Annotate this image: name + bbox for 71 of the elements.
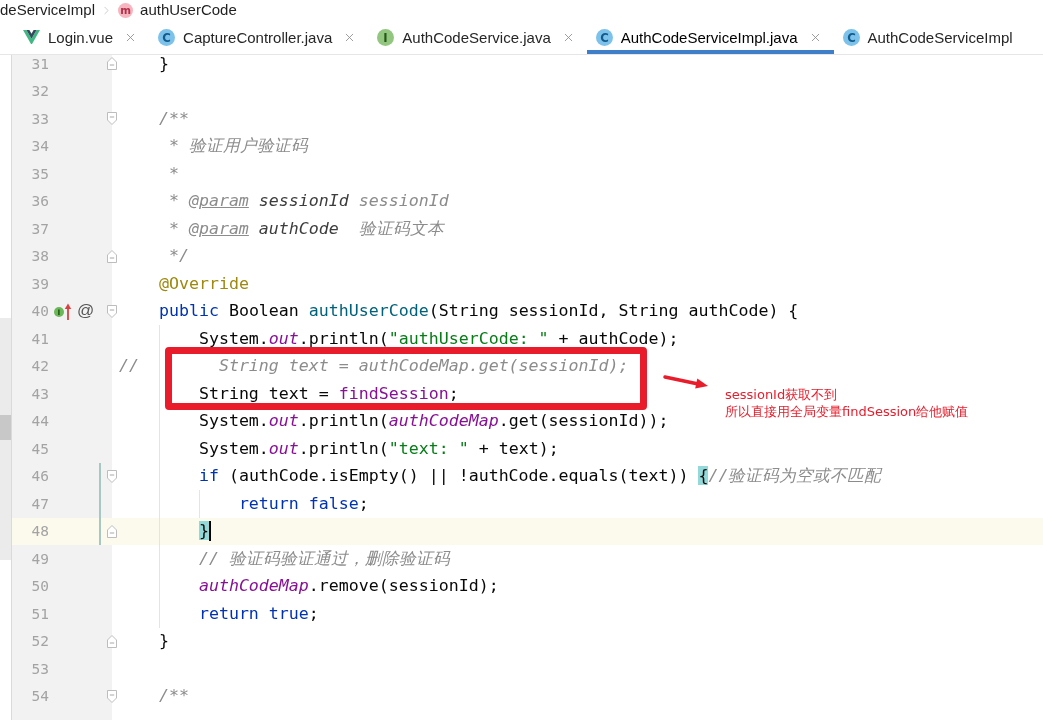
- editor-tab[interactable]: C AuthCodeServiceImpl: [833, 20, 1025, 54]
- line-number: 52: [31, 632, 49, 651]
- line-number: 50: [31, 577, 49, 596]
- code-line: return true;: [198, 603, 319, 624]
- line-number: 39: [31, 274, 49, 293]
- class-icon: C: [158, 28, 176, 46]
- code-line: *: [168, 163, 179, 184]
- line-number: 54: [31, 687, 49, 706]
- code-line: String text = findSession;: [198, 383, 459, 404]
- code-line: public Boolean authUserCode(String sessionId, String authCode) {: [158, 301, 799, 322]
- line-number: 34: [31, 137, 49, 156]
- gutter-symbol[interactable]: @: [77, 302, 95, 321]
- line-number: 40: [31, 302, 49, 321]
- fold-icon[interactable]: [107, 57, 117, 71]
- method-icon: m: [118, 2, 134, 18]
- class-icon: C: [595, 28, 613, 46]
- code-line: @Override: [158, 273, 249, 294]
- code-line: * @param sessionId sessionId: [168, 191, 449, 212]
- code-line: if (authCode.isEmpty() || !authCode.equals(text)) {//验证码为空或不匹配: [198, 466, 882, 487]
- line-number: 38: [31, 247, 49, 266]
- line-number: 42: [31, 357, 49, 376]
- code-line: // String text = authCodeMap.get(sessionId);: [119, 356, 629, 377]
- line-number: 47: [31, 494, 49, 513]
- breadcrumb-item[interactable]: deServiceImpl: [0, 1, 96, 19]
- line-number: 44: [31, 412, 49, 431]
- fold-icon[interactable]: [107, 689, 117, 703]
- line-number: 36: [31, 192, 49, 211]
- fold-icon[interactable]: [107, 469, 117, 483]
- line-number: 53: [31, 659, 49, 678]
- fold-icon[interactable]: [107, 249, 117, 263]
- code-line: System.out.println(authCodeMap.get(sessionId));: [198, 411, 669, 432]
- interface-icon: I: [377, 28, 395, 46]
- fold-icon[interactable]: [107, 112, 117, 126]
- line-number: 45: [31, 439, 49, 458]
- line-number: 37: [31, 219, 49, 238]
- code-line: /**: [158, 108, 189, 129]
- text-caret: [208, 521, 211, 542]
- code-line: * 验证用户验证码: [168, 136, 308, 157]
- code-line: * @param authCode 验证码文本: [168, 218, 444, 239]
- annotation-note: sessionId获取不到: [725, 386, 839, 403]
- annotation-arrow: [663, 375, 708, 389]
- code-line: System.out.println("authUserCode: " + authCode);: [198, 328, 679, 349]
- line-number: 32: [31, 82, 49, 101]
- code-line: authCodeMap.remove(sessionId);: [198, 576, 499, 597]
- breadcrumb-item[interactable]: m authUserCode: [118, 1, 237, 19]
- line-number: 41: [31, 329, 49, 348]
- code-line: }: [158, 55, 169, 74]
- line-number: 31: [31, 55, 49, 73]
- code-line: return false;: [238, 493, 369, 514]
- line-number: 43: [31, 384, 49, 403]
- editor-tab[interactable]: C CaptureController.java: [149, 20, 369, 54]
- fold-icon[interactable]: [107, 304, 117, 318]
- fold-icon[interactable]: [107, 524, 117, 538]
- code-line: System.out.println("text: " + text);: [198, 438, 559, 459]
- code-line: // 验证码验证通过，删除验证码: [198, 548, 450, 569]
- fold-icon[interactable]: [107, 634, 117, 648]
- line-number: 48: [31, 522, 49, 541]
- line-number: 33: [31, 109, 49, 128]
- line-number: 51: [31, 604, 49, 623]
- code-line: /**: [158, 686, 189, 707]
- code-line: */: [168, 246, 189, 267]
- line-number: 49: [31, 549, 49, 568]
- editor-tab[interactable]: Login.vue: [14, 20, 150, 54]
- scrollbar-thumb[interactable]: [0, 415, 11, 440]
- class-icon: C: [842, 28, 860, 46]
- vue-logo-icon: [23, 29, 40, 45]
- editor-tab[interactable]: I AuthCodeService.java: [368, 20, 587, 54]
- code-line: }: [158, 631, 169, 652]
- line-number: 46: [31, 467, 49, 486]
- annotation-note: 所以直接用全局变量findSession给他赋值: [725, 403, 969, 420]
- line-number: 35: [31, 164, 49, 183]
